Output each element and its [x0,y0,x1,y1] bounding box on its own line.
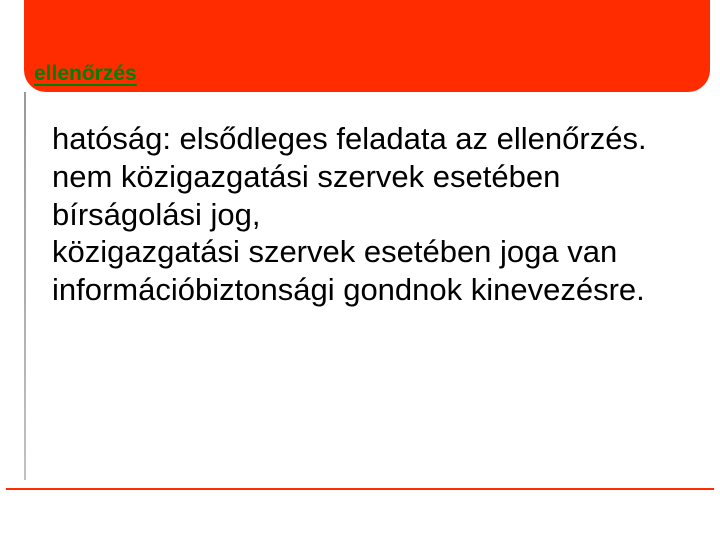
left-vertical-rule [24,92,26,480]
header-box: ellenőrzés [24,0,710,92]
body-text: hatóság: elsődleges feladata az ellenőrz… [52,120,680,309]
slide-title: ellenőrzés [34,62,137,86]
body-paragraph-2: nem közigazgatási szervek esetében bírsá… [52,158,680,234]
slide: ellenőrzés hatóság: elsődleges feladata … [0,0,720,540]
bottom-horizontal-rule [6,488,714,490]
body-paragraph-1: hatóság: elsődleges feladata az ellenőrz… [52,120,680,158]
body-paragraph-3: közigazgatási szervek esetében joga van … [52,233,680,309]
